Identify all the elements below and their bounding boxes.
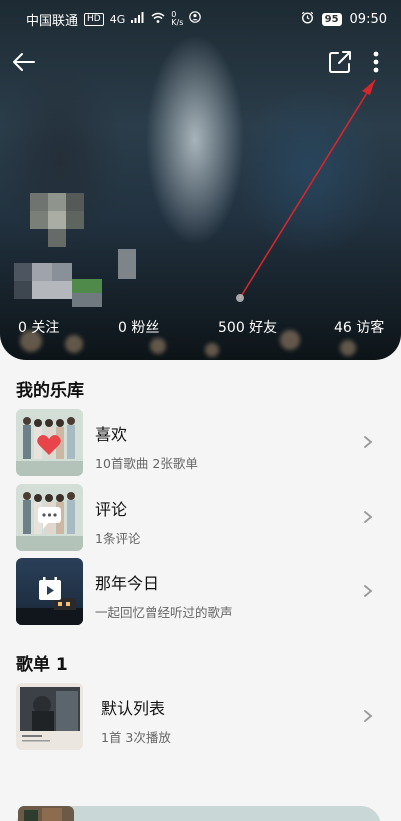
clock: 09:50 — [349, 11, 387, 27]
playlists-section-title: 歌单 1 — [16, 655, 68, 675]
avatar-pixelated[interactable] — [14, 175, 136, 315]
vertical-dots-icon — [373, 51, 379, 73]
chevron-right-icon — [364, 511, 373, 523]
library-item-subtitle: 10首歌曲 2张歌单 — [95, 456, 198, 471]
library-item-subtitle: 一起回忆曾经听过的歌声 — [95, 605, 233, 620]
battery-indicator: 95 — [321, 12, 342, 26]
wifi-icon — [151, 12, 165, 27]
bokeh-light — [150, 338, 166, 354]
status-bar: 中国联通 HD 4G 0 K/s 95 09:50 — [0, 0, 401, 38]
stat-visitors[interactable]: 46 访客 — [334, 317, 384, 337]
library-section-title: 我的乐库 — [16, 381, 84, 401]
chevron-right-icon — [364, 585, 373, 597]
profile-stats: 0 关注 0 粉丝 500 好友 46 访客 — [0, 317, 401, 339]
library-item-on-this-day[interactable]: 那年今日 一起回忆曾经听过的歌声 — [0, 558, 401, 628]
stat-fans[interactable]: 0 粉丝 — [118, 317, 159, 337]
bokeh-light — [205, 343, 219, 357]
signal-icon — [131, 11, 145, 27]
top-toolbar — [0, 44, 401, 80]
network-speed: 0 K/s — [171, 11, 183, 27]
playlist-item-default[interactable]: 默认列表 1首 3次播放 — [0, 683, 401, 753]
chevron-right-icon — [364, 436, 373, 448]
share-button[interactable] — [326, 48, 354, 76]
library-item-likes[interactable]: 喜欢 10首歌曲 2张歌单 — [0, 409, 401, 479]
stat-friends[interactable]: 500 好友 — [218, 317, 277, 337]
bokeh-light — [340, 340, 356, 356]
arrow-left-icon — [13, 53, 35, 71]
speed-unit: K/s — [171, 18, 184, 27]
alarm-icon — [301, 11, 314, 28]
chevron-right-icon — [364, 710, 373, 722]
library-item-title: 评论 — [95, 500, 128, 519]
playlist-cover-image — [16, 683, 83, 750]
playlist-subtitle: 1首 3次播放 — [101, 730, 171, 745]
stat-following[interactable]: 0 关注 — [18, 317, 59, 337]
profile-status-icon — [189, 11, 202, 27]
back-button[interactable] — [10, 48, 38, 76]
more-options-button[interactable] — [364, 48, 388, 76]
carrier-name: 中国联通 — [26, 13, 79, 29]
comments-cover-image — [16, 484, 83, 551]
library-item-title: 喜欢 — [95, 425, 128, 444]
library-item-subtitle: 1条评论 — [95, 531, 141, 546]
hd-badge: HD — [84, 12, 104, 26]
on-this-day-cover-image — [16, 558, 83, 625]
mini-player-cover[interactable] — [18, 806, 74, 821]
likes-cover-image — [16, 409, 83, 476]
library-item-comments[interactable]: 评论 1条评论 — [0, 484, 401, 554]
share-external-icon — [329, 51, 351, 73]
library-item-title: 那年今日 — [95, 574, 160, 593]
network-type: 4G — [109, 12, 126, 26]
playlist-title: 默认列表 — [101, 699, 166, 718]
